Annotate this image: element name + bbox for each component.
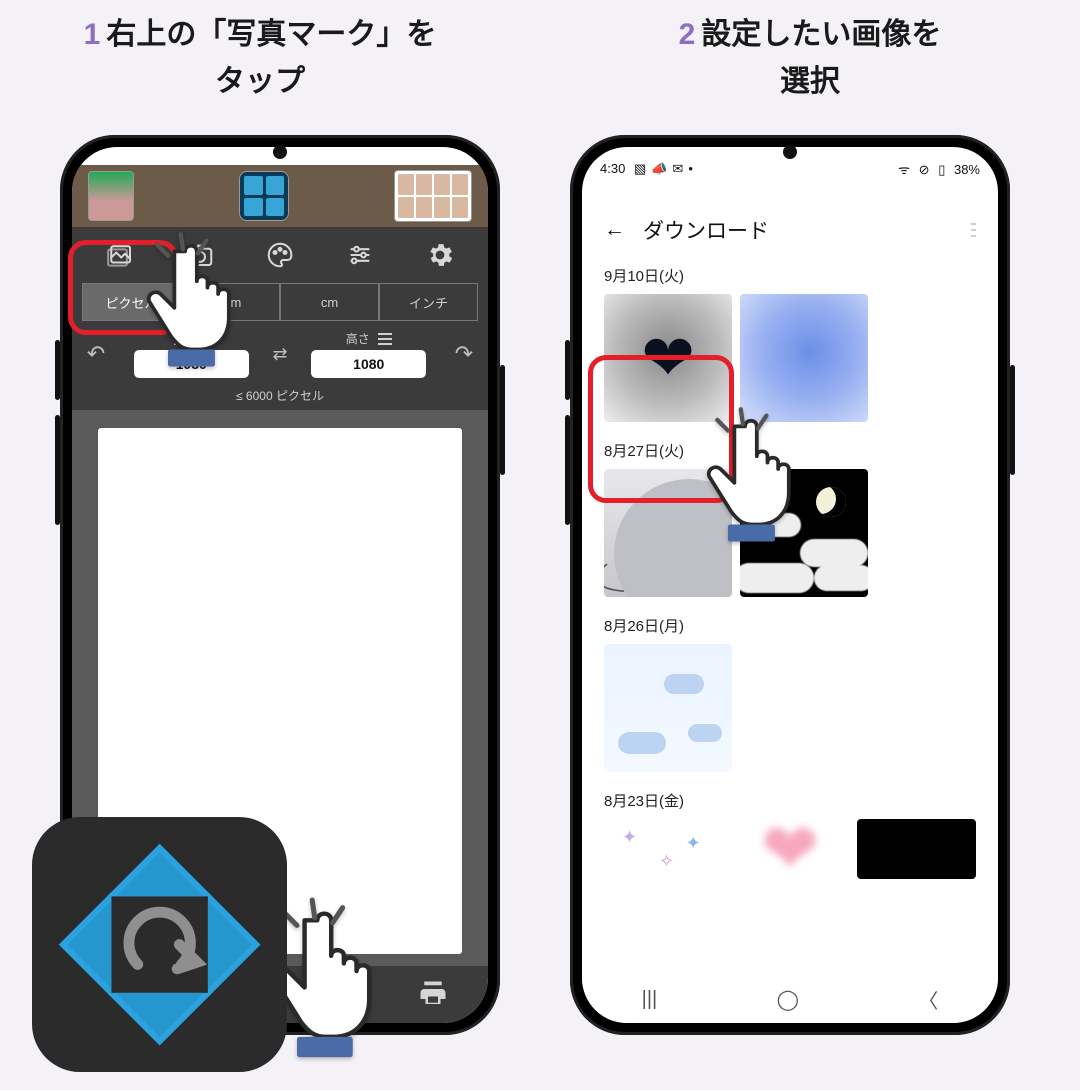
size-row: ↶ 幅 1080 ⇄ 高さ 1080 ↷ xyxy=(72,321,488,387)
file-picker-screen: 4:30 ▧📣✉• ᯤ ⊘ ▯ 38% ← ダウンロード 9月10日(火) ❤ … xyxy=(582,147,998,1023)
template-single-photo[interactable] xyxy=(88,171,134,221)
phone-side-button xyxy=(565,415,570,525)
android-nav-bar: ||| ◯ 〈 xyxy=(582,975,998,1023)
phone-side-button xyxy=(55,415,60,525)
unit-pixel[interactable]: ピクセル xyxy=(82,283,181,321)
settings-button[interactable] xyxy=(418,233,462,277)
phone-side-button xyxy=(500,365,505,475)
height-label: 高さ xyxy=(346,330,370,347)
image-tile-blue-gradient[interactable] xyxy=(740,294,868,422)
recent-apps-button[interactable]: ||| xyxy=(642,988,658,1011)
redo-button[interactable]: ↷ xyxy=(450,341,478,367)
height-input[interactable]: 1080 xyxy=(311,350,426,378)
date-header: 8月27日(火) xyxy=(582,436,998,469)
date-header: 8月26日(月) xyxy=(582,611,998,644)
megaphone-icon: 📣 xyxy=(651,161,667,176)
unit-cm[interactable]: cm xyxy=(280,283,379,321)
no-sim-icon: ⊘ xyxy=(919,162,930,177)
image-icon: ▧ xyxy=(634,161,646,176)
image-tile-heart[interactable]: ❤ xyxy=(604,294,732,422)
phone-side-button xyxy=(55,340,60,400)
unit-inch[interactable]: インチ xyxy=(379,283,478,321)
unit-mm[interactable]: mm xyxy=(181,283,280,321)
step-2-heading: 2設定したい画像を選択 xyxy=(560,12,1060,105)
image-tile-pink-heart[interactable] xyxy=(731,819,850,879)
width-label: 幅 xyxy=(196,330,208,347)
step-1-number: 1 xyxy=(84,18,101,51)
phone-side-button xyxy=(565,340,570,400)
unit-selector: ピクセル mm cm インチ xyxy=(72,283,488,321)
camera-button[interactable] xyxy=(178,233,222,277)
status-left-icons: ▧📣✉• xyxy=(629,161,693,176)
step-2-text: 設定したい画像を選択 xyxy=(701,18,941,98)
template-contact-sheet[interactable] xyxy=(394,170,472,222)
image-tile-planet[interactable] xyxy=(604,469,732,597)
image-tile-black[interactable] xyxy=(857,819,976,879)
date-header: 8月23日(金) xyxy=(582,786,998,819)
image-tile-night-clouds[interactable] xyxy=(740,469,868,597)
step-1-text: 右上の「写真マーク」をタップ xyxy=(106,18,436,98)
picker-title: ダウンロード xyxy=(643,215,769,245)
image-tile-sky-clouds[interactable] xyxy=(604,644,732,772)
picker-header: ← ダウンロード xyxy=(582,185,998,261)
template-grid-selected[interactable] xyxy=(239,171,289,221)
back-button[interactable]: ← xyxy=(604,218,625,242)
undo-button[interactable]: ↶ xyxy=(82,341,110,367)
status-time: 4:30 xyxy=(600,161,625,176)
link-aspect-icon[interactable]: ⇄ xyxy=(272,344,287,365)
date-header: 9月10日(火) xyxy=(582,261,998,294)
sliders-button[interactable] xyxy=(338,233,382,277)
toolbar xyxy=(72,227,488,283)
print-button[interactable] xyxy=(418,979,448,1014)
phone-side-button xyxy=(1010,365,1015,475)
menu-icon[interactable] xyxy=(174,333,188,345)
phone-mock-right: 4:30 ▧📣✉• ᯤ ⊘ ▯ 38% ← ダウンロード 9月10日(火) ❤ … xyxy=(570,135,1010,1035)
step-1-heading: 1右上の「写真マーク」をタップ xyxy=(10,12,510,105)
battery-icon: ▯ xyxy=(938,162,945,177)
camera-notch-icon xyxy=(273,145,287,159)
more-menu-button[interactable] xyxy=(971,223,976,237)
size-constraint-label: ≤ 6000 ピクセル xyxy=(72,387,488,410)
gallery-button[interactable] xyxy=(98,233,142,277)
camera-notch-icon xyxy=(783,145,797,159)
home-button[interactable]: ◯ xyxy=(777,987,799,1012)
menu-icon[interactable] xyxy=(378,333,392,345)
image-tile-stars[interactable]: ✦ ✦ ✧ xyxy=(604,819,723,879)
back-nav-button[interactable]: 〈 xyxy=(918,985,938,1014)
wifi-icon: ᯤ xyxy=(898,162,910,177)
template-strip xyxy=(72,165,488,227)
status-battery-pct: 38% xyxy=(954,162,980,177)
palette-button[interactable] xyxy=(258,233,302,277)
app-launcher-icon[interactable] xyxy=(32,817,287,1072)
step-2-number: 2 xyxy=(679,18,696,51)
width-input[interactable]: 1080 xyxy=(134,350,249,378)
heart-icon: ❤ xyxy=(641,321,695,396)
message-icon: ✉ xyxy=(672,161,683,176)
